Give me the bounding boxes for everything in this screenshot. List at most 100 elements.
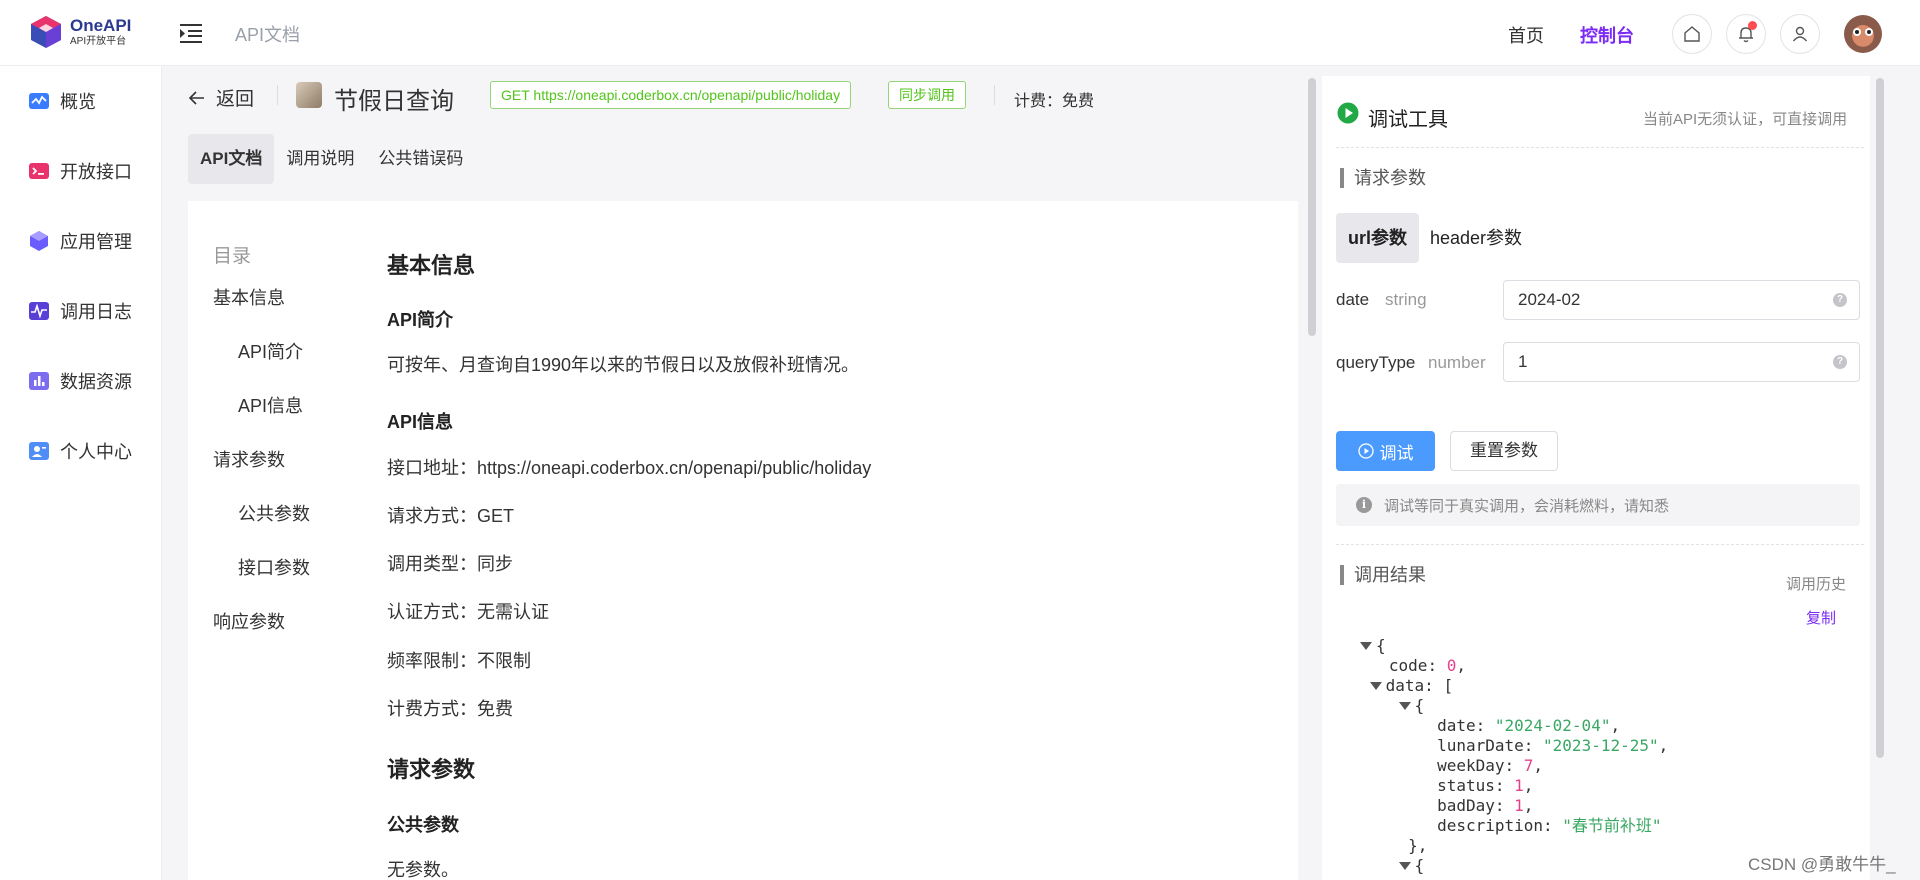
notification-button[interactable]: [1726, 14, 1766, 54]
doc-scrollbar[interactable]: [1308, 78, 1316, 336]
terminal-icon: [29, 163, 49, 179]
info-icon: i: [1356, 497, 1372, 513]
toc-item-api-params[interactable]: 接口参数: [238, 554, 310, 580]
sidebar-item-app-manage[interactable]: 应用管理: [28, 228, 132, 254]
home-button[interactable]: [1672, 14, 1712, 54]
subsection-heading: 公共参数: [387, 815, 459, 835]
date-input[interactable]: 2024-02 ?: [1503, 280, 1860, 320]
toc-item-response[interactable]: 响应参数: [213, 608, 285, 634]
info-rate: 频率限制：不限制: [387, 651, 531, 671]
logo-cube-icon: [31, 16, 61, 48]
doc-content-card: [188, 201, 1298, 880]
toc-item-basic[interactable]: 基本信息: [213, 284, 285, 310]
info-method: 请求方式：GET: [387, 506, 515, 526]
sidebar-item-label: 概览: [60, 92, 96, 112]
subsection-heading: API信息: [387, 412, 454, 432]
expand-toggle[interactable]: [1398, 856, 1415, 875]
sidebar-item-label: 数据资源: [60, 372, 132, 392]
nav-home-link[interactable]: 首页: [1508, 22, 1544, 48]
tab-url-params[interactable]: url参数: [1336, 213, 1420, 263]
section-heading: 基本信息: [387, 253, 476, 278]
endpoint-tag: GET https://oneapi.coderbox.cn/openapi/p…: [490, 81, 852, 109]
chart-line-icon: [29, 93, 49, 109]
call-history-link[interactable]: 调用历史: [1786, 573, 1846, 594]
billing-info: 计费：免费: [1014, 93, 1095, 110]
params-section-title: 请求参数: [1340, 168, 1426, 188]
copy-link[interactable]: 复制: [1806, 607, 1836, 628]
query-type-input[interactable]: 1 ?: [1503, 342, 1860, 382]
bar-chart-icon: [29, 372, 49, 390]
auth-note: 当前API无须认证，可直接调用: [1643, 111, 1848, 128]
help-icon[interactable]: ?: [1833, 293, 1847, 307]
info-url: 接口地址：https://oneapi.coderbox.cn/openapi/…: [387, 458, 872, 478]
user-button[interactable]: [1780, 14, 1820, 54]
toc-item-params[interactable]: 请求参数: [213, 446, 285, 472]
sidebar-item-profile[interactable]: 个人中心: [28, 438, 132, 464]
play-circle-icon: [1357, 443, 1374, 459]
tab-api-doc[interactable]: API文档: [188, 134, 275, 184]
toc-item-info[interactable]: API信息: [238, 392, 303, 418]
intro-text: 可按年、月查询自1990年以来的节假日以及放假补班情况。: [387, 355, 860, 375]
expand-toggle[interactable]: [1398, 696, 1415, 715]
toc-item-intro[interactable]: API简介: [238, 338, 303, 364]
page-title: 节假日查询: [334, 88, 454, 115]
divider: [994, 85, 995, 105]
debug-title: 调试工具: [1368, 109, 1448, 131]
logo[interactable]: OneAPI API开放平台: [28, 14, 131, 50]
expand-toggle[interactable]: [1360, 636, 1376, 655]
logo-subtitle: API开放平台: [70, 35, 127, 47]
help-icon[interactable]: ?: [1833, 355, 1847, 369]
param-name: date: [1336, 290, 1370, 309]
sidebar-item-open-api[interactable]: 开放接口: [28, 158, 132, 184]
divider: [277, 85, 278, 105]
expand-toggle[interactable]: [1369, 676, 1386, 695]
breadcrumb[interactable]: API文档: [235, 21, 300, 47]
sidebar-item-label: 开放接口: [60, 162, 132, 182]
info-auth: 认证方式：无需认证: [387, 602, 549, 622]
sidebar-item-overview[interactable]: 概览: [28, 88, 96, 114]
param-type: string: [1385, 290, 1427, 309]
nav-console-link[interactable]: 控制台: [1580, 22, 1634, 48]
toc-item-public-params[interactable]: 公共参数: [238, 500, 310, 526]
sidebar-item-label: 个人中心: [60, 442, 132, 462]
public-params-text: 无参数。: [387, 860, 459, 880]
section-heading: 请求参数: [387, 757, 476, 782]
panel-scrollbar[interactable]: [1876, 78, 1884, 758]
watermark: CSDN @勇敢牛牛_: [1748, 855, 1896, 874]
tab-header-params[interactable]: header参数: [1418, 213, 1534, 263]
reset-params-button[interactable]: 重置参数: [1450, 431, 1558, 471]
test-button[interactable]: 调试: [1336, 431, 1435, 471]
tab-call-guide[interactable]: 调用说明: [274, 134, 366, 184]
avatar[interactable]: [1844, 15, 1882, 53]
param-type: number: [1428, 353, 1486, 372]
sidebar-item-label: 应用管理: [60, 232, 132, 252]
doc-tabs: API文档 调用说明 公共错误码: [188, 134, 475, 184]
activity-icon: [29, 302, 49, 320]
user-card-icon: [29, 442, 49, 460]
cube-icon: [30, 231, 48, 251]
result-section-title: 调用结果: [1340, 565, 1426, 585]
back-button[interactable]: 返回: [188, 84, 254, 111]
play-icon: [1337, 102, 1359, 124]
sidebar-item-call-log[interactable]: 调用日志: [28, 298, 132, 324]
top-header: OneAPI API开放平台 API文档 首页 控制台: [0, 0, 1920, 66]
tab-error-codes[interactable]: 公共错误码: [366, 134, 475, 184]
param-name: queryType: [1336, 353, 1416, 372]
menu-collapse-icon[interactable]: [180, 22, 204, 44]
user-icon: [1792, 26, 1808, 42]
sidebar-item-label: 调用日志: [60, 302, 132, 322]
sidebar-item-data-resource[interactable]: 数据资源: [28, 368, 132, 394]
divider: [1336, 147, 1864, 148]
arrow-left-icon: [188, 90, 204, 105]
notification-dot: [1748, 21, 1757, 30]
info-alert: i 调试等同于真实调用，会消耗燃料，请知悉: [1336, 484, 1860, 526]
home-icon: [1684, 26, 1700, 42]
info-billing: 计费方式：免费: [387, 699, 513, 719]
sync-mode-tag: 同步调用: [888, 81, 966, 109]
api-thumbnail: [296, 82, 322, 108]
logo-title: OneAPI: [70, 15, 132, 35]
info-type: 调用类型：同步: [387, 554, 513, 574]
divider: [1336, 544, 1864, 545]
subsection-heading: API简介: [387, 310, 454, 330]
result-json: { code: 0, data: [ { date: "2024-02-04",…: [1360, 636, 1668, 876]
